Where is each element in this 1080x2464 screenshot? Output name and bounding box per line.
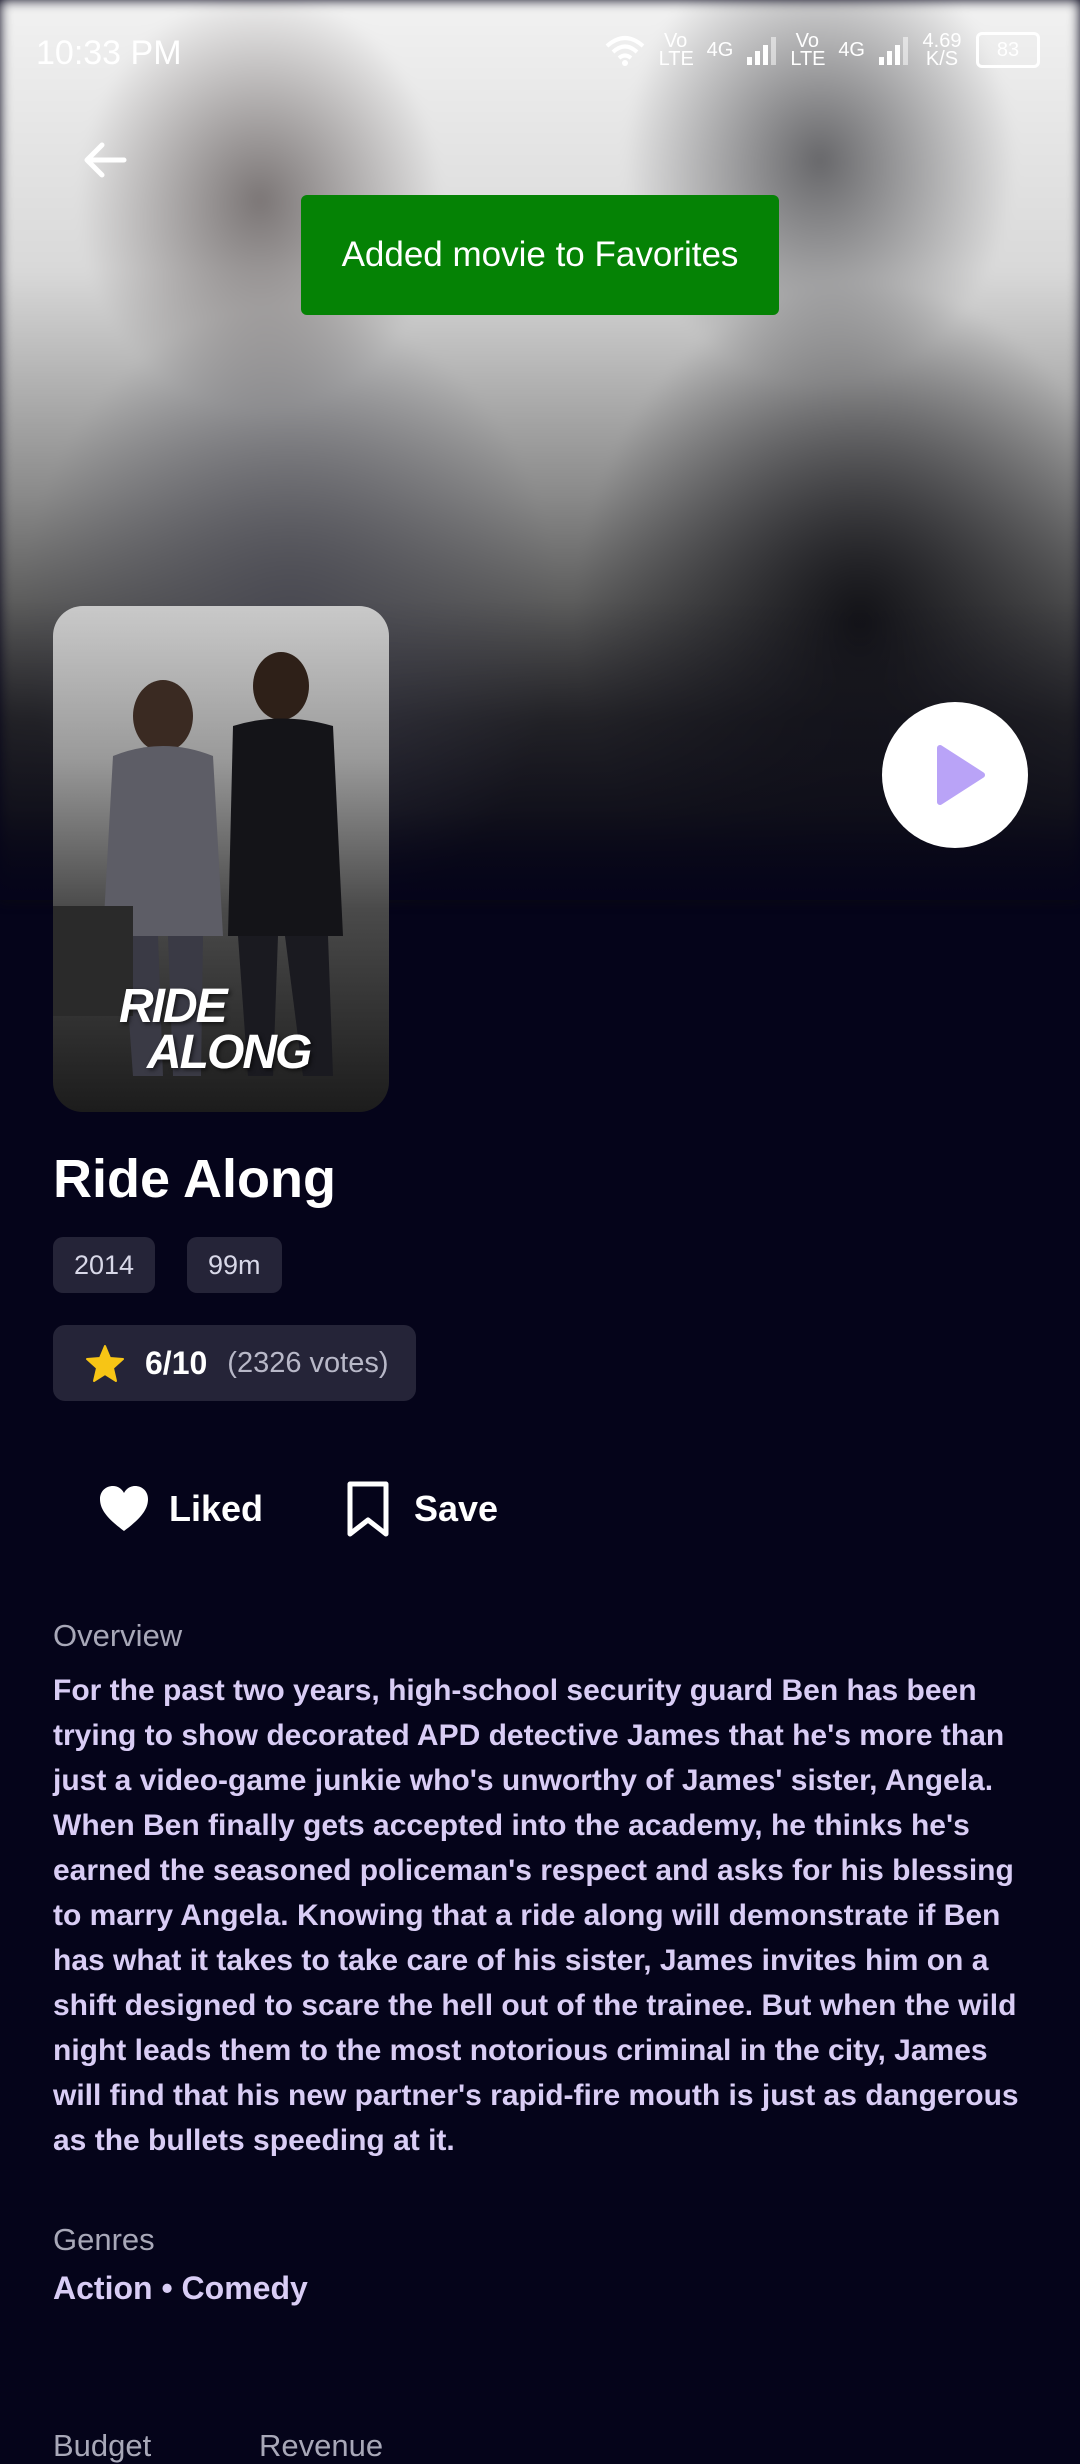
revenue-label: Revenue [259, 2428, 384, 2463]
network-label-1: Vo LTE [658, 30, 694, 70]
play-trailer-button[interactable] [882, 702, 1028, 848]
status-time: 10:33 PM [36, 34, 182, 72]
arrow-left-icon [84, 142, 127, 178]
rating-score: 6/10 [145, 1344, 208, 1381]
signal-icon [879, 35, 908, 65]
status-bar: 10:33 PM Vo LTE 4G Vo LTE 4G 4.69 K/S 83 [0, 0, 1080, 110]
movie-poster: RIDE ALONG [53, 606, 389, 1112]
status-icons: Vo LTE 4G Vo LTE 4G 4.69 K/S 83 [605, 30, 1040, 70]
rating-votes: (2326 votes) [227, 1346, 389, 1379]
toast-message: Added movie to Favorites [341, 235, 739, 274]
overview-text: For the past two years, high-school secu… [53, 1674, 1019, 2157]
genres-value: Action • Comedy [53, 2270, 308, 2306]
battery-level: 83 [996, 38, 1020, 61]
network-gen-1: 4G [706, 38, 734, 61]
budget-label: Budget [53, 2428, 152, 2463]
poster-title-line1: RIDE [119, 980, 228, 1033]
poster-title: RIDE ALONG [119, 980, 379, 1079]
movie-title: Ride Along [53, 1149, 336, 1209]
network-label-2: Vo LTE [790, 30, 826, 70]
bookmark-icon [347, 1481, 389, 1537]
heart-icon [100, 1486, 148, 1531]
poster-title-line2: ALONG [147, 1026, 312, 1079]
year-chip: 2014 [53, 1237, 156, 1293]
favorites-toast: Added movie to Favorites [301, 195, 779, 315]
network-speed: 4.69 K/S [922, 30, 962, 70]
year-value: 2014 [74, 1249, 135, 1280]
play-icon [937, 745, 985, 805]
genres-label: Genres [53, 2222, 155, 2257]
liked-button[interactable]: Liked [98, 1478, 263, 1540]
save-button[interactable]: Save [346, 1478, 498, 1540]
save-label: Save [414, 1488, 499, 1529]
overview-label: Overview [53, 1618, 183, 1653]
runtime-value: 99m [208, 1249, 261, 1280]
battery-icon: 83 [976, 32, 1040, 68]
liked-label: Liked [169, 1488, 264, 1529]
back-button[interactable] [80, 135, 130, 185]
rating-badge: 6/10 (2326 votes) [53, 1325, 416, 1401]
runtime-chip: 99m [187, 1237, 282, 1293]
network-gen-2: 4G [838, 38, 865, 61]
wifi-icon [605, 36, 644, 66]
star-icon [86, 1345, 124, 1382]
signal-icon [747, 35, 777, 65]
